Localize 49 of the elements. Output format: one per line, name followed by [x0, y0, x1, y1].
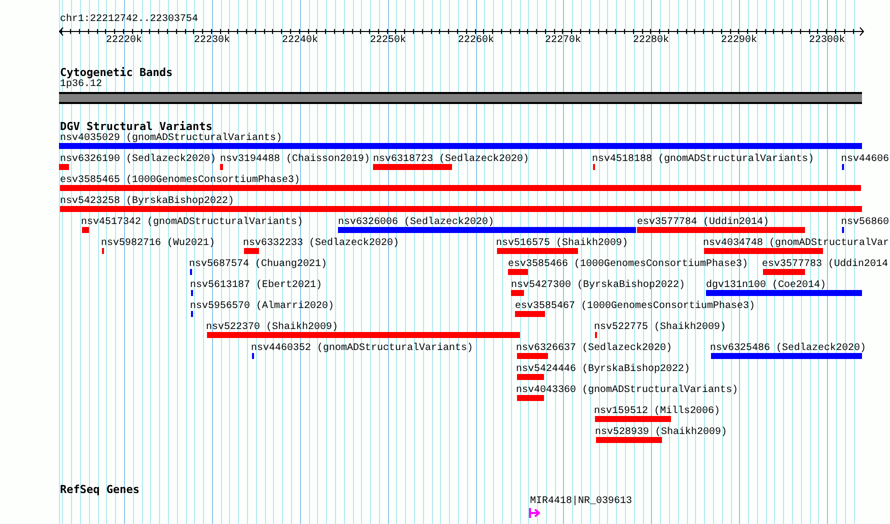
variant-label: nsv4034748 (gnomADStructuralVar — [703, 238, 890, 249]
variant-label: nsv516575 (Shaikh2009) — [496, 238, 628, 249]
track-title: RefSeq Genes — [60, 484, 140, 496]
variant-label: nsv5427300 (ByrskaBishop2022) — [511, 280, 686, 291]
track-title: DGV Structural Variants — [60, 121, 212, 133]
tick-label: 22220k — [106, 35, 142, 46]
variant-label: esv3577784 (Uddin2014) — [637, 217, 770, 228]
tick-label: 22250k — [370, 35, 406, 46]
variant-label: nsv528939 (Shaikh2009) — [595, 427, 728, 438]
track-title: Cytogenetic Bands — [60, 67, 173, 79]
variant-label: esv3585465 (1000GenomesConsortiumPhase3) — [60, 175, 300, 186]
variant-label: nsv5424446 (ByrskaBishop2022) — [516, 364, 690, 375]
variant-label: nsv56860 — [841, 217, 890, 228]
tick-label: 22300k — [809, 35, 846, 46]
variant-label: nsv159512 (Mills2006) — [594, 406, 720, 417]
variant-label: esv3585466 (1000GenomesConsortiumPhase3) — [508, 259, 748, 270]
variant-label: nsv6318723 (Sedlazeck2020) — [373, 154, 530, 165]
location-label: chr1:22212742..22303754 — [60, 14, 198, 25]
variant-label: nsv4043360 (gnomADStructuralVariants) — [516, 385, 738, 396]
variant-label: nsv44606 — [841, 154, 890, 165]
variant-label: nsv6326006 (Sedlazeck2020) — [338, 217, 494, 228]
variant-label: esv3577783 (Uddin2014 — [762, 259, 888, 270]
gene-label: MIR4418|NR_039613 — [530, 496, 632, 507]
tick-label: 22260k — [458, 35, 494, 46]
variant-label: nsv4517342 (gnomADStructuralVariants) — [81, 217, 304, 228]
variant-label: dgv131n100 (Coe2014) — [706, 280, 826, 291]
variant-label: nsv6332233 (Sedlazeck2020) — [243, 238, 400, 249]
variant-label: nsv5613187 (Ebert2021) — [190, 280, 322, 291]
variant-label: nsv6326190 (Sedlazeck2020) — [60, 154, 216, 165]
tick-label: 22230k — [194, 35, 230, 46]
variant-label: nsv522775 (Shaikh2009) — [594, 322, 726, 333]
variant-label: esv3585467 (1000GenomesConsortiumPhase3) — [515, 301, 756, 312]
variant-label: nsv5687574 (Chuang2021) — [189, 259, 328, 270]
variant-label: nsv6325486 (Sedlazeck2020) — [710, 343, 866, 354]
variant-label: nsv4518188 (gnomADStructuralVariants) — [592, 154, 814, 165]
variant-label: nsv4035029 (gnomADStructuralVariants) — [60, 133, 282, 144]
variant-label: nsv6326637 (Sedlazeck2020) — [516, 343, 672, 354]
tick-label: 22240k — [282, 35, 318, 46]
variant-label: nsv4460352 (gnomADStructuralVariants) — [251, 343, 474, 354]
tick-label: 22270k — [545, 35, 582, 46]
variant-label: nsv5423258 (ByrskaBishop2022) — [60, 196, 234, 207]
variant-label: nsv5956570 (Almarri2020) — [190, 301, 334, 312]
band-label: 1p36.12 — [60, 79, 102, 90]
variant-label: nsv3194488 (Chaisson2019) — [220, 154, 370, 165]
tick-label: 22280k — [633, 35, 670, 46]
variant-label: nsv5982716 (Wu2021) — [101, 238, 216, 249]
variant-label: nsv522370 (Shaikh2009) — [206, 322, 338, 333]
gene-arrow-icon — [529, 508, 540, 518]
tick-label: 22290k — [721, 35, 758, 46]
